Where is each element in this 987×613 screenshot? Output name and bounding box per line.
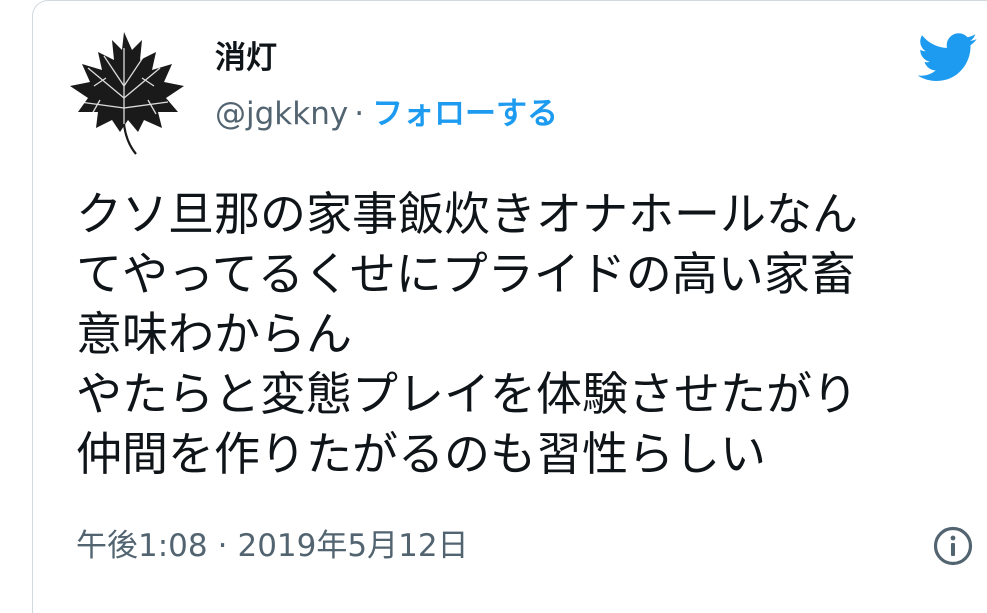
tweet-line: 意味わからん — [76, 307, 352, 361]
avatar[interactable] — [56, 28, 192, 158]
tweet-text: クソ旦那の家事飯炊きオナホールなん てやってるくせにプライドの高い家畜 意味わか… — [76, 184, 976, 484]
tweet-line: やたらと変態プレイを体験させたがり — [76, 367, 858, 421]
user-handle[interactable]: @jgkkny — [215, 96, 348, 132]
follow-button[interactable]: フォローする — [372, 96, 558, 132]
info-icon[interactable] — [932, 525, 974, 567]
display-name[interactable]: 消灯 — [215, 38, 277, 78]
twitter-bird-icon[interactable] — [918, 32, 978, 84]
tweet-meta: 午後1:08 · 2019年5月12日 — [76, 524, 469, 568]
handle-row: @jgkkny · フォローする — [215, 92, 558, 136]
tweet-line: クソ旦那の家事飯炊きオナホールなん — [76, 187, 858, 241]
tweet-date[interactable]: 2019年5月12日 — [237, 528, 468, 564]
tweet-line: てやってるくせにプライドの高い家畜 — [76, 247, 856, 301]
tweet-time[interactable]: 午後1:08 — [76, 528, 208, 564]
tweet-line: 仲間を作りたがるのも習性らしい — [76, 427, 766, 481]
handle-separator: · — [354, 96, 365, 132]
meta-separator: · — [217, 528, 228, 564]
